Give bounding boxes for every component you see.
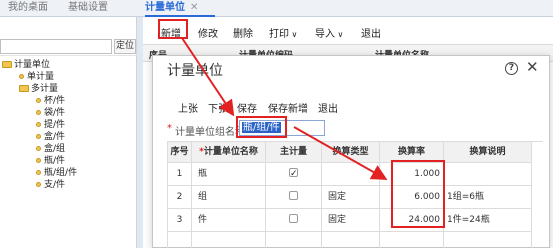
folder-icon: [2, 61, 12, 68]
cell-seq: [168, 232, 192, 248]
leaf-icon: [36, 134, 41, 139]
cell-conversion-type[interactable]: 固定: [322, 209, 380, 232]
exit-button[interactable]: 退出: [361, 25, 381, 40]
cell-seq: 1: [168, 163, 192, 186]
group-name-label: 计量单位组名称: [175, 127, 245, 138]
cell-unit-name[interactable]: 瓶: [192, 163, 266, 186]
annotation-box-group-name: [236, 116, 287, 138]
tab-my-desktop[interactable]: 我的桌面: [8, 0, 48, 17]
main-unit-checkbox[interactable]: [289, 191, 298, 200]
locate-button[interactable]: 定位: [114, 39, 136, 54]
cell-conversion-rate[interactable]: [380, 232, 444, 248]
tree-node-label: 盒/件: [44, 132, 66, 142]
tree-node-label: 盒/组: [44, 144, 66, 154]
main-unit-checkbox[interactable]: [289, 214, 298, 223]
cell-unit-name[interactable]: 件: [192, 209, 266, 232]
tree-node-label: 瓶/组/件: [44, 168, 78, 178]
cell-unit-name[interactable]: [192, 232, 266, 248]
leaf-icon: [19, 74, 24, 79]
cell-conversion-type[interactable]: [322, 163, 380, 186]
print-button[interactable]: 打印 ∨: [269, 25, 297, 40]
chevron-down-icon: ∨: [335, 30, 344, 39]
main-toolbar: 新增 修改 删除 打印 ∨ 导入 ∨ 退出: [143, 17, 553, 44]
header-unit-name: *计量单位名称: [192, 142, 266, 163]
leaf-icon: [36, 122, 41, 127]
tab-basic-settings[interactable]: 基础设置: [68, 0, 108, 17]
save-button[interactable]: 保存: [237, 100, 257, 115]
leaf-icon: [36, 158, 41, 163]
tree-node-label: 杯/件: [44, 96, 66, 106]
cell-main-unit: [266, 209, 322, 232]
tree-node-item[interactable]: 袋/件: [36, 107, 65, 119]
tree-node-single[interactable]: 单计量: [19, 71, 54, 83]
annotation-box-rates: [391, 160, 445, 228]
delete-button[interactable]: 删除: [233, 25, 253, 40]
tree-node-label: 提/件: [44, 120, 66, 130]
leaf-icon: [36, 170, 41, 175]
unit-detail-grid: 序号 *计量单位名称 主计量 换算类型 换算率 换算说明 1 瓶 1.000 2…: [167, 141, 543, 248]
chevron-down-icon: ∨: [289, 30, 298, 39]
cell-conversion-note: 1组=6瓶: [444, 186, 532, 209]
annotation-box-add: [158, 19, 188, 39]
divider: [0, 55, 137, 56]
tab-bar: 我的桌面 基础设置 计量单位 ✕: [0, 0, 553, 17]
leaf-icon: [36, 98, 41, 103]
cell-seq: 2: [168, 186, 192, 209]
cell-seq: 3: [168, 209, 192, 232]
main-unit-checkbox[interactable]: [289, 163, 298, 185]
close-icon[interactable]: ✕: [526, 58, 539, 76]
tree-node-item[interactable]: 盒/件: [36, 131, 65, 143]
cell-conversion-note: 1件=24瓶: [444, 209, 532, 232]
header-main-unit: 主计量: [266, 142, 322, 163]
help-icon[interactable]: ?: [505, 62, 518, 75]
cell-main-unit: [266, 186, 322, 209]
tab-measure-unit-label: 计量单位: [145, 2, 185, 13]
close-tab-icon[interactable]: ✕: [190, 2, 198, 13]
cell-conversion-note: [444, 232, 532, 248]
header-unit-name-label: 计量单位名称: [203, 147, 258, 157]
leaf-icon: [36, 146, 41, 151]
prev-button[interactable]: 上张: [178, 100, 198, 115]
tree-node-item[interactable]: 瓶/组/件: [36, 167, 77, 179]
cell-conversion-type[interactable]: [322, 232, 380, 248]
cell-main-unit: [266, 163, 322, 186]
leaf-icon: [36, 110, 41, 115]
tree-node-root[interactable]: 计量单位: [2, 59, 50, 71]
folder-icon: [19, 85, 29, 92]
tree-node-multi[interactable]: 多计量: [19, 83, 58, 95]
dialog-title: 计量单位: [167, 63, 223, 79]
tree-node-label: 瓶/件: [44, 156, 66, 166]
tree-search-input[interactable]: [0, 39, 112, 54]
tree-node-item[interactable]: 瓶/件: [36, 155, 65, 167]
tree-node-label: 计量单位: [14, 60, 51, 70]
cell-main-unit: [266, 232, 322, 248]
print-label: 打印: [269, 29, 289, 40]
save-new-button[interactable]: 保存新增: [268, 100, 308, 115]
tree-node-label: 单计量: [27, 72, 55, 82]
tree-node-label: 支/件: [44, 180, 66, 190]
import-button[interactable]: 导入 ∨: [315, 25, 343, 40]
header-seq: 序号: [168, 142, 192, 163]
cell-conversion-type[interactable]: 固定: [322, 186, 380, 209]
cell-unit-name[interactable]: 组: [192, 186, 266, 209]
header-conversion-type: 换算类型: [322, 142, 380, 163]
import-label: 导入: [315, 29, 335, 40]
next-button[interactable]: 下张: [208, 100, 228, 115]
tree-node-label: 袋/件: [44, 108, 66, 118]
tree-node-item[interactable]: 盒/组: [36, 143, 65, 155]
required-mark: *: [167, 123, 172, 134]
tree-node-label: 多计量: [31, 84, 59, 94]
cell-conversion-note: [444, 163, 532, 186]
header-conversion-note: 换算说明: [444, 142, 532, 163]
tab-measure-unit[interactable]: 计量单位 ✕: [145, 0, 215, 17]
leaf-icon: [36, 182, 41, 187]
dialog-exit-button[interactable]: 退出: [318, 100, 338, 115]
tree-node-item[interactable]: 支/件: [36, 179, 65, 191]
edit-button[interactable]: 修改: [198, 25, 218, 40]
tree-node-item[interactable]: 杯/件: [36, 95, 65, 107]
tree-node-item[interactable]: 提/件: [36, 119, 65, 131]
